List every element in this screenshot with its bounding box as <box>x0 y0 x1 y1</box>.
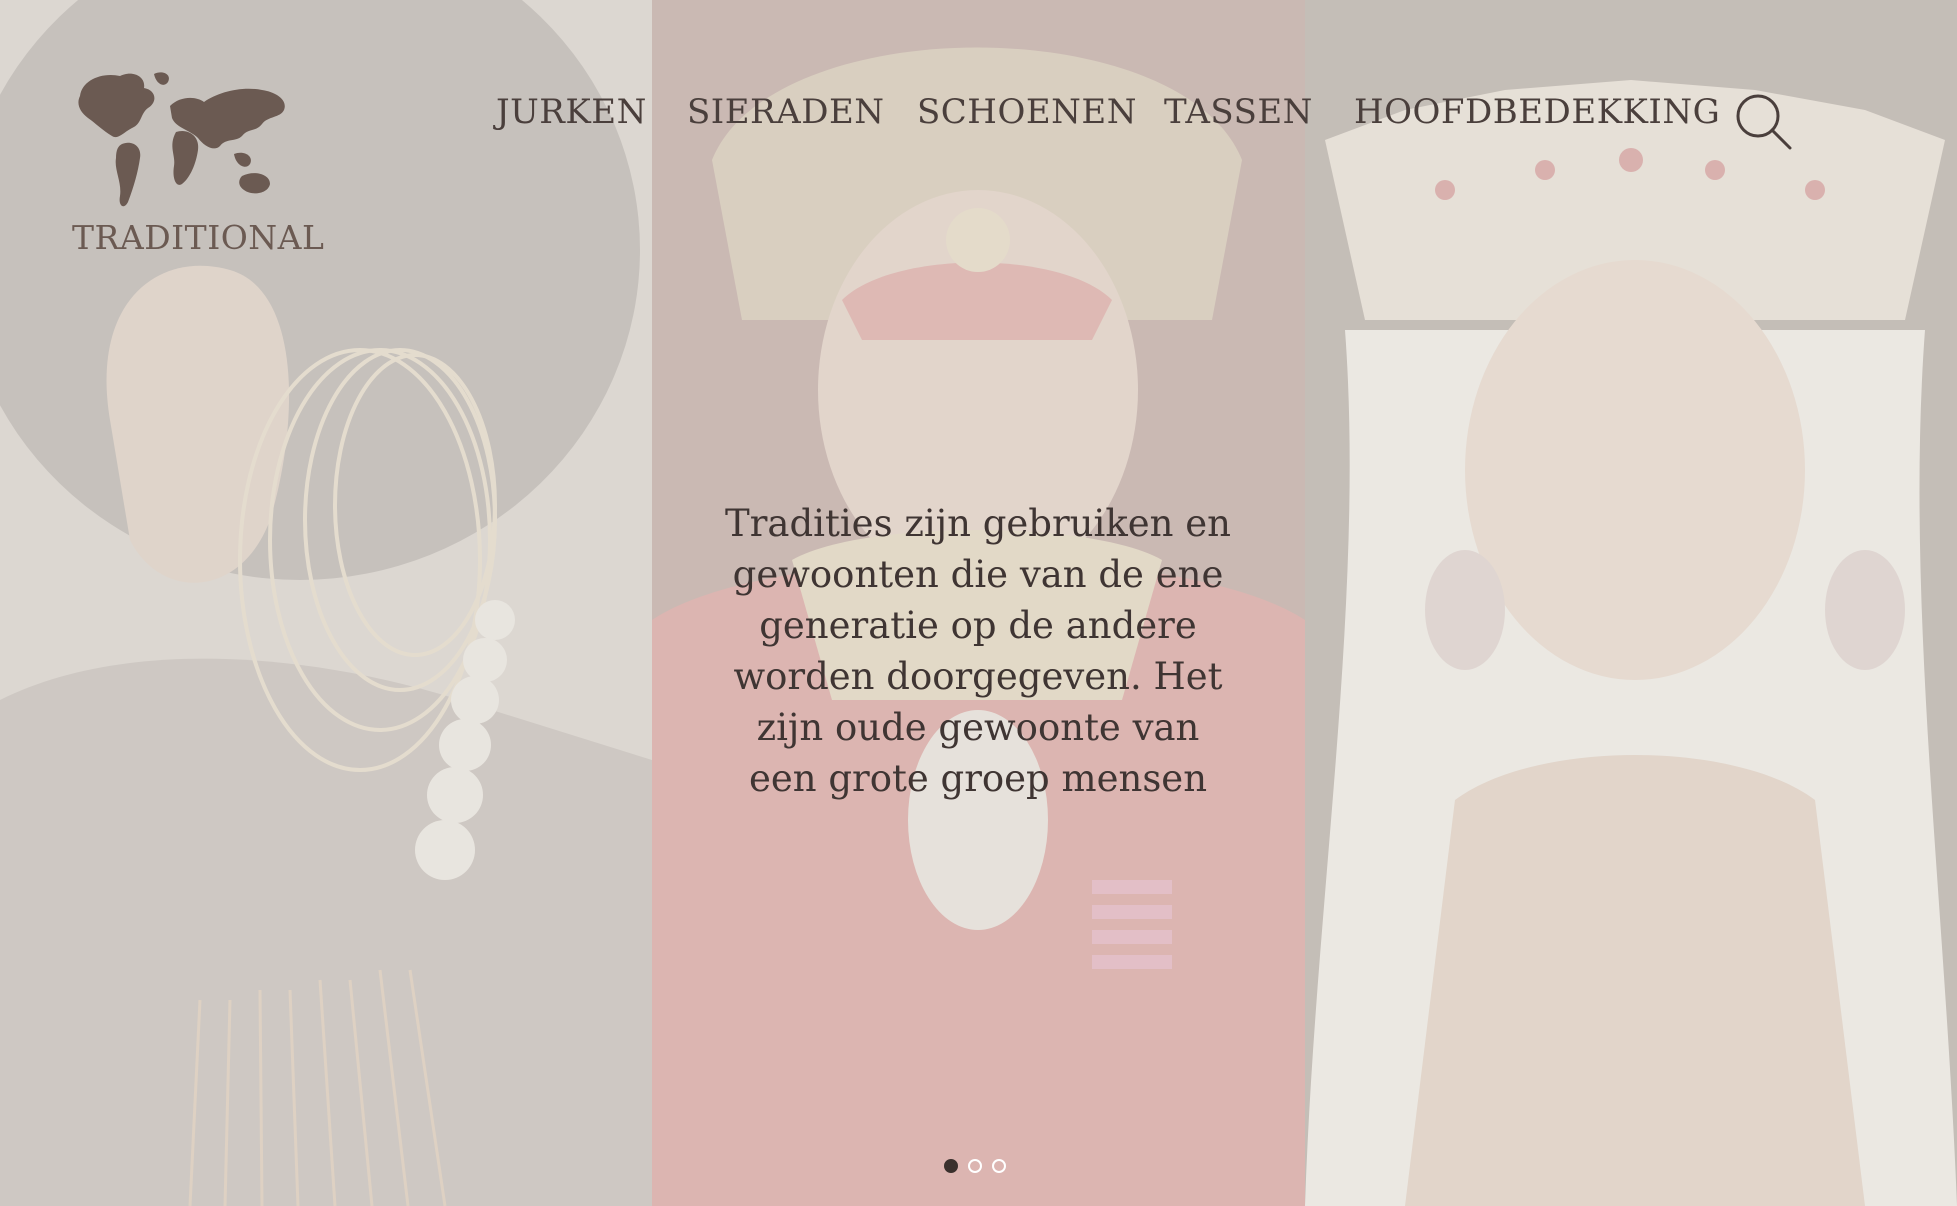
carousel-indicators <box>944 1159 1014 1177</box>
brand-logo[interactable]: TRADITIONAL <box>72 66 325 262</box>
nav-item-hoofdbedekking[interactable]: HOOFDBEDEKKING <box>1354 92 1720 132</box>
nav-item-tassen[interactable]: TASSEN <box>1164 92 1313 132</box>
site-header: TRADITIONAL JURKEN SIERADEN SCHOENEN TAS… <box>0 0 1957 280</box>
carousel-dot-3[interactable] <box>992 1159 1006 1173</box>
search-icon <box>1736 94 1792 150</box>
world-map-icon <box>78 72 285 207</box>
logo-text: TRADITIONAL <box>72 218 325 257</box>
nav-item-sieraden[interactable]: SIERADEN <box>687 92 885 132</box>
search-button[interactable] <box>1734 92 1794 152</box>
nav-item-jurken[interactable]: JURKEN <box>496 92 647 132</box>
carousel-dot-1[interactable] <box>944 1159 958 1173</box>
hero-text: Tradities zijn gebruiken en gewoonten di… <box>725 502 1231 800</box>
nav-item-schoenen[interactable]: SCHOENEN <box>917 92 1137 132</box>
carousel-dot-2[interactable] <box>968 1159 982 1173</box>
